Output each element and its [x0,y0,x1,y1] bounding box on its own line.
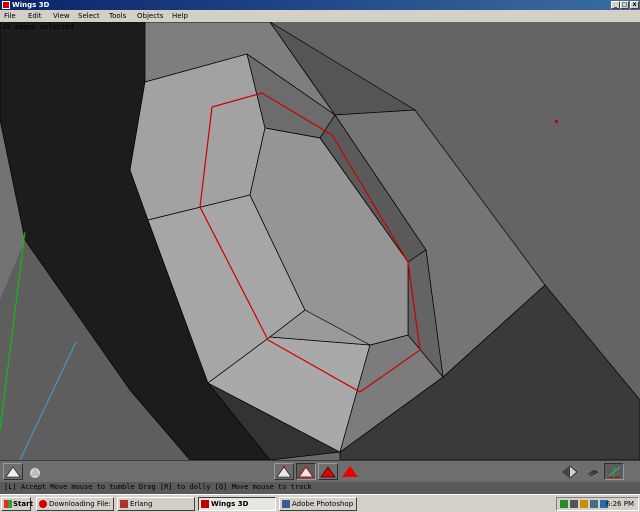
workmode-icon[interactable] [3,463,23,480]
maximize-button[interactable]: □ [620,1,629,9]
vertex-select-icon[interactable] [274,463,294,480]
menu-select[interactable]: Select [78,12,100,20]
menu-bar: File Edit View Select Tools Objects Help [0,10,640,22]
start-label: Start [13,500,33,508]
wings3d-window: Wings 3D _ □ x File Edit View Select Too… [0,0,640,494]
bottom-toolbar [0,460,640,482]
menu-tools[interactable]: Tools [109,12,126,20]
orthographic-view-icon[interactable] [560,463,580,480]
show-axes-icon[interactable] [604,463,624,480]
edge-select-icon[interactable] [296,463,316,480]
antivirus-icon[interactable] [580,500,588,508]
windows-logo-icon [4,500,12,508]
menu-objects[interactable]: Objects [137,12,163,20]
minimize-button[interactable]: _ [611,1,620,9]
taskbar: Start Downloading File: /wings/... Erlan… [0,494,640,512]
task-downloading[interactable]: Downloading File: /wings/... [36,497,114,511]
task-wings3d[interactable]: Wings 3D [198,497,276,511]
x-axis-marker [555,120,558,123]
start-button[interactable]: Start [1,497,33,511]
task-label: Downloading File: /wings/... [49,500,113,508]
display-icon[interactable] [590,500,598,508]
task-erlang[interactable]: Erlang [117,497,195,511]
face-select-icon[interactable] [318,463,338,480]
3d-viewport[interactable]: 10 edges selected [0,22,640,460]
network-icon[interactable] [560,500,568,508]
task-label: Wings 3D [211,500,249,508]
volume-icon[interactable] [570,500,578,508]
menu-view[interactable]: View [53,12,70,20]
system-tray: 6:26 PM [556,497,639,511]
menu-edit[interactable]: Edit [28,12,42,20]
smooth-shading-icon[interactable] [25,463,45,480]
title-bar[interactable]: Wings 3D _ □ x [0,0,640,10]
selection-status: 10 edges selected [2,23,74,31]
wings-icon [201,500,209,508]
body-select-icon[interactable] [340,463,360,480]
ground-plane-icon[interactable] [582,463,602,480]
close-button[interactable]: x [630,1,639,9]
menu-help[interactable]: Help [172,12,188,20]
menu-file[interactable]: File [4,12,16,20]
task-label: Adobe Photoshop [292,500,354,508]
scene-geometry [0,22,640,460]
info-line: [L] Accept Move mouse to tumble Drag [R]… [0,482,640,494]
opera-icon [39,500,47,508]
clock[interactable]: 6:26 PM [606,499,634,509]
task-photoshop[interactable]: Adobe Photoshop [279,497,357,511]
photoshop-icon [282,500,290,508]
wings-app-icon[interactable] [2,1,10,9]
task-label: Erlang [130,500,153,508]
erlang-icon [120,500,128,508]
window-title: Wings 3D [12,1,50,9]
